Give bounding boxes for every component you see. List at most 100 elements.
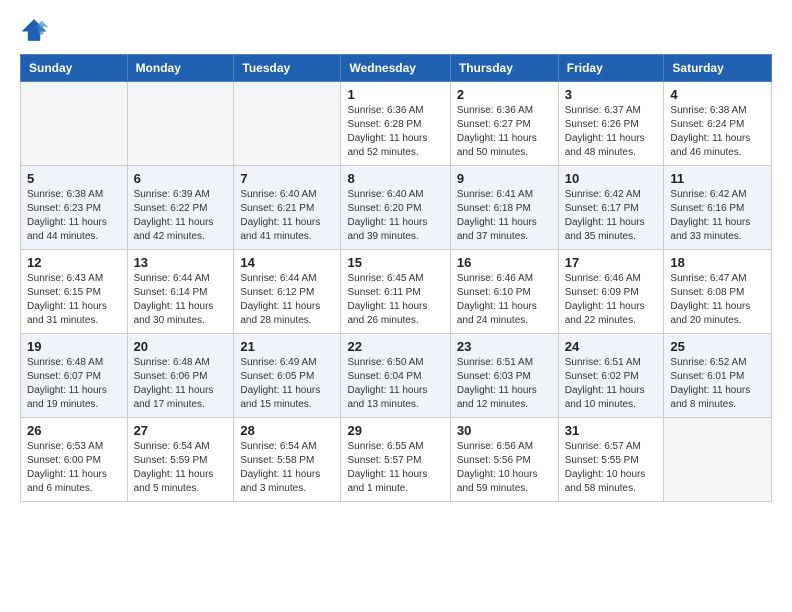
day-info: Sunrise: 6:51 AM Sunset: 6:02 PM Dayligh… (565, 356, 658, 412)
day-number: 7 (240, 171, 334, 186)
logo (20, 16, 52, 44)
calendar-day-cell: 15Sunrise: 6:45 AM Sunset: 6:11 PM Dayli… (341, 250, 450, 334)
calendar-day-cell: 28Sunrise: 6:54 AM Sunset: 5:58 PM Dayli… (234, 418, 341, 502)
day-info: Sunrise: 6:41 AM Sunset: 6:18 PM Dayligh… (457, 188, 552, 244)
calendar-day-cell (234, 82, 341, 166)
day-info: Sunrise: 6:40 AM Sunset: 6:21 PM Dayligh… (240, 188, 334, 244)
day-info: Sunrise: 6:46 AM Sunset: 6:09 PM Dayligh… (565, 272, 658, 328)
day-info: Sunrise: 6:36 AM Sunset: 6:27 PM Dayligh… (457, 104, 552, 160)
day-info: Sunrise: 6:56 AM Sunset: 5:56 PM Dayligh… (457, 440, 552, 496)
day-info: Sunrise: 6:48 AM Sunset: 6:07 PM Dayligh… (27, 356, 121, 412)
calendar-day-cell (127, 82, 234, 166)
day-info: Sunrise: 6:52 AM Sunset: 6:01 PM Dayligh… (670, 356, 765, 412)
calendar-day-cell: 5 Sunrise: 6:38 AM Sunset: 6:23 PM Daylig… (21, 166, 128, 250)
day-number: 10 (565, 171, 658, 186)
calendar-table: SundayMondayTuesdayWednesdayThursdayFrid… (20, 54, 772, 502)
calendar-day-cell: 22 Sunrise: 6:50 AM Sunset: 6:04 PM Dayli… (341, 334, 450, 418)
calendar-day-cell: 24 Sunrise: 6:51 AM Sunset: 6:02 PM Dayli… (558, 334, 664, 418)
day-info: Sunrise: 6:45 AM Sunset: 6:11 PM Dayligh… (347, 272, 443, 328)
calendar-day-cell: 16 Sunrise: 6:46 AM Sunset: 6:10 PM Dayli… (450, 250, 558, 334)
page: SundayMondayTuesdayWednesdayThursdayFrid… (0, 0, 792, 612)
weekday-header-wednesday: Wednesday (341, 55, 450, 82)
day-info: Sunrise: 6:54 AM Sunset: 5:58 PM Dayligh… (240, 440, 334, 496)
calendar-day-cell: 1 Sunrise: 6:36 AM Sunset: 6:28 PM Daylig… (341, 82, 450, 166)
calendar-day-cell: 4 Sunrise: 6:38 AM Sunset: 6:24 PM Daylig… (664, 82, 772, 166)
day-info: Sunrise: 6:43 AM Sunset: 6:15 PM Dayligh… (27, 272, 121, 328)
day-info: Sunrise: 6:42 AM Sunset: 6:17 PM Dayligh… (565, 188, 658, 244)
day-number: 16 (457, 255, 552, 270)
calendar-day-cell (664, 418, 772, 502)
day-number: 22 (347, 339, 443, 354)
weekday-header-friday: Friday (558, 55, 664, 82)
calendar-day-cell: 26Sunrise: 6:53 AM Sunset: 6:00 PM Dayli… (21, 418, 128, 502)
day-info: Sunrise: 6:46 AM Sunset: 6:10 PM Dayligh… (457, 272, 552, 328)
calendar-day-cell: 31 Sunrise: 6:57 AM Sunset: 5:55 PM Dayli… (558, 418, 664, 502)
weekday-header-thursday: Thursday (450, 55, 558, 82)
day-number: 24 (565, 339, 658, 354)
calendar-week-row: 19 Sunrise: 6:48 AM Sunset: 6:07 PM Dayli… (21, 334, 772, 418)
day-info: Sunrise: 6:53 AM Sunset: 6:00 PM Dayligh… (27, 440, 121, 496)
day-info: Sunrise: 6:48 AM Sunset: 6:06 PM Dayligh… (134, 356, 228, 412)
day-info: Sunrise: 6:50 AM Sunset: 6:04 PM Dayligh… (347, 356, 443, 412)
day-info: Sunrise: 6:42 AM Sunset: 6:16 PM Dayligh… (670, 188, 765, 244)
calendar-day-cell (21, 82, 128, 166)
day-number: 18 (670, 255, 765, 270)
day-info: Sunrise: 6:44 AM Sunset: 6:14 PM Dayligh… (134, 272, 228, 328)
calendar-day-cell: 8Sunrise: 6:40 AM Sunset: 6:20 PM Daylig… (341, 166, 450, 250)
day-number: 19 (27, 339, 121, 354)
day-info: Sunrise: 6:54 AM Sunset: 5:59 PM Dayligh… (134, 440, 228, 496)
weekday-header-tuesday: Tuesday (234, 55, 341, 82)
calendar-day-cell: 13Sunrise: 6:44 AM Sunset: 6:14 PM Dayli… (127, 250, 234, 334)
calendar-day-cell: 18 Sunrise: 6:47 AM Sunset: 6:08 PM Dayli… (664, 250, 772, 334)
day-number: 2 (457, 87, 552, 102)
calendar-week-row: 12 Sunrise: 6:43 AM Sunset: 6:15 PM Dayli… (21, 250, 772, 334)
calendar-week-row: 26Sunrise: 6:53 AM Sunset: 6:00 PM Dayli… (21, 418, 772, 502)
day-number: 6 (134, 171, 228, 186)
calendar-day-cell: 20Sunrise: 6:48 AM Sunset: 6:06 PM Dayli… (127, 334, 234, 418)
day-number: 8 (347, 171, 443, 186)
calendar-day-cell: 17Sunrise: 6:46 AM Sunset: 6:09 PM Dayli… (558, 250, 664, 334)
calendar-day-cell: 27Sunrise: 6:54 AM Sunset: 5:59 PM Dayli… (127, 418, 234, 502)
calendar-day-cell: 12 Sunrise: 6:43 AM Sunset: 6:15 PM Dayli… (21, 250, 128, 334)
day-info: Sunrise: 6:55 AM Sunset: 5:57 PM Dayligh… (347, 440, 443, 496)
day-number: 1 (347, 87, 443, 102)
day-number: 5 (27, 171, 121, 186)
weekday-header-saturday: Saturday (664, 55, 772, 82)
day-number: 30 (457, 423, 552, 438)
weekday-header-sunday: Sunday (21, 55, 128, 82)
calendar-day-cell: 3 Sunrise: 6:37 AM Sunset: 6:26 PM Daylig… (558, 82, 664, 166)
weekday-header-monday: Monday (127, 55, 234, 82)
day-info: Sunrise: 6:36 AM Sunset: 6:28 PM Dayligh… (347, 104, 443, 160)
calendar-day-cell: 10 Sunrise: 6:42 AM Sunset: 6:17 PM Dayli… (558, 166, 664, 250)
day-number: 9 (457, 171, 552, 186)
calendar-week-row: 1 Sunrise: 6:36 AM Sunset: 6:28 PM Daylig… (21, 82, 772, 166)
day-number: 31 (565, 423, 658, 438)
calendar-day-cell: 14 Sunrise: 6:44 AM Sunset: 6:12 PM Dayli… (234, 250, 341, 334)
calendar-day-cell: 23 Sunrise: 6:51 AM Sunset: 6:03 PM Dayli… (450, 334, 558, 418)
calendar-day-cell: 7 Sunrise: 6:40 AM Sunset: 6:21 PM Daylig… (234, 166, 341, 250)
logo-icon (20, 16, 48, 44)
day-number: 21 (240, 339, 334, 354)
day-info: Sunrise: 6:38 AM Sunset: 6:23 PM Dayligh… (27, 188, 121, 244)
day-info: Sunrise: 6:49 AM Sunset: 6:05 PM Dayligh… (240, 356, 334, 412)
day-info: Sunrise: 6:37 AM Sunset: 6:26 PM Dayligh… (565, 104, 658, 160)
day-number: 12 (27, 255, 121, 270)
day-info: Sunrise: 6:51 AM Sunset: 6:03 PM Dayligh… (457, 356, 552, 412)
day-info: Sunrise: 6:57 AM Sunset: 5:55 PM Dayligh… (565, 440, 658, 496)
day-info: Sunrise: 6:47 AM Sunset: 6:08 PM Dayligh… (670, 272, 765, 328)
day-number: 23 (457, 339, 552, 354)
day-number: 29 (347, 423, 443, 438)
calendar-week-row: 5 Sunrise: 6:38 AM Sunset: 6:23 PM Daylig… (21, 166, 772, 250)
calendar-day-cell: 11Sunrise: 6:42 AM Sunset: 6:16 PM Dayli… (664, 166, 772, 250)
calendar-day-cell: 30 Sunrise: 6:56 AM Sunset: 5:56 PM Dayli… (450, 418, 558, 502)
day-info: Sunrise: 6:39 AM Sunset: 6:22 PM Dayligh… (134, 188, 228, 244)
day-number: 3 (565, 87, 658, 102)
day-number: 25 (670, 339, 765, 354)
day-number: 14 (240, 255, 334, 270)
day-number: 4 (670, 87, 765, 102)
calendar-day-cell: 19 Sunrise: 6:48 AM Sunset: 6:07 PM Dayli… (21, 334, 128, 418)
day-info: Sunrise: 6:44 AM Sunset: 6:12 PM Dayligh… (240, 272, 334, 328)
day-info: Sunrise: 6:38 AM Sunset: 6:24 PM Dayligh… (670, 104, 765, 160)
header (20, 16, 772, 44)
calendar-day-cell: 6 Sunrise: 6:39 AM Sunset: 6:22 PM Daylig… (127, 166, 234, 250)
